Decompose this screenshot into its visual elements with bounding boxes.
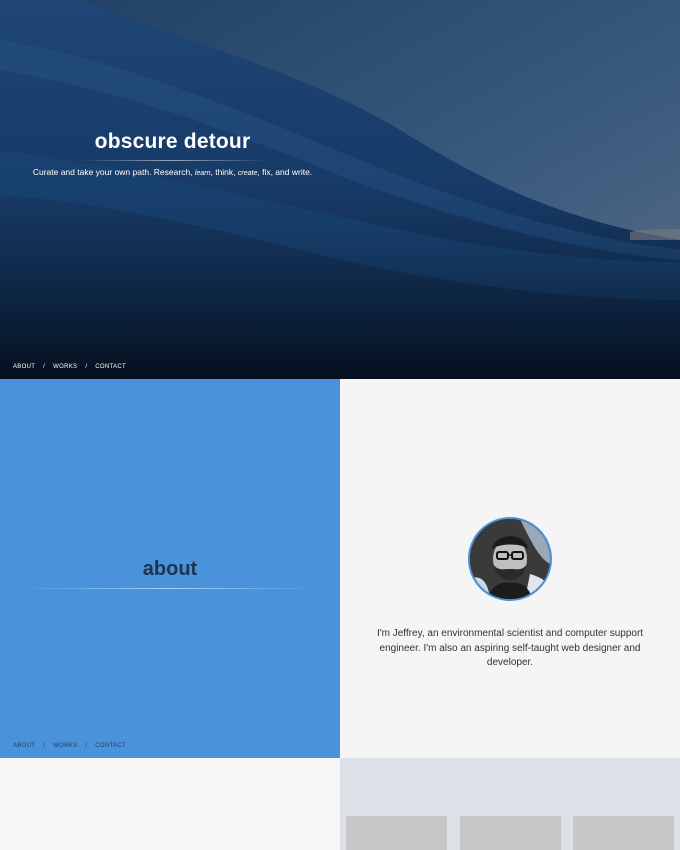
bio-text: I'm Jeffrey, an environmental scientist … bbox=[376, 628, 644, 668]
nav-link-works[interactable]: WORKS bbox=[53, 743, 77, 749]
nav-separator: / bbox=[43, 743, 46, 749]
nav-separator: / bbox=[43, 364, 46, 370]
nav-link-contact[interactable]: CONTACT bbox=[95, 364, 126, 370]
tagline-part: , fix, and write. bbox=[257, 167, 313, 177]
site-title: obscure detour bbox=[94, 130, 251, 153]
site-tagline: Curate and take your own path. Research,… bbox=[0, 167, 345, 177]
hero-section: obscure detour Curate and take your own … bbox=[0, 0, 680, 379]
portrait-photo-icon bbox=[470, 519, 550, 599]
work-thumbnail[interactable] bbox=[573, 816, 674, 850]
nav-link-about[interactable]: ABOUT bbox=[13, 364, 35, 370]
title-divider bbox=[78, 160, 268, 161]
hero-nav: ABOUT / WORKS / CONTACT bbox=[13, 364, 126, 370]
avatar bbox=[468, 517, 552, 601]
tagline-create: create bbox=[237, 170, 258, 177]
nav-separator: / bbox=[85, 364, 88, 370]
about-panel: about bbox=[0, 379, 340, 758]
about-divider bbox=[20, 588, 320, 589]
page: obscure detour Curate and take your own … bbox=[0, 0, 680, 850]
nav-separator: / bbox=[85, 743, 88, 749]
bio-panel: I'm Jeffrey, an environmental scientist … bbox=[340, 379, 680, 758]
about-heading: about bbox=[142, 558, 198, 580]
wave-background-image bbox=[0, 0, 680, 379]
work-thumbnail[interactable] bbox=[346, 816, 447, 850]
works-panel bbox=[340, 758, 680, 850]
work-thumbnail[interactable] bbox=[460, 816, 561, 850]
nav-link-works[interactable]: WORKS bbox=[53, 364, 77, 370]
tagline-learn: learn bbox=[194, 170, 211, 177]
tagline-part: , think, bbox=[210, 167, 238, 177]
tagline-part: Curate and take your own path. Research, bbox=[32, 167, 195, 177]
nav-link-contact[interactable]: CONTACT bbox=[95, 743, 126, 749]
about-nav: ABOUT / WORKS / CONTACT bbox=[13, 743, 126, 749]
nav-link-about[interactable]: ABOUT bbox=[13, 743, 35, 749]
contact-panel bbox=[0, 758, 340, 850]
